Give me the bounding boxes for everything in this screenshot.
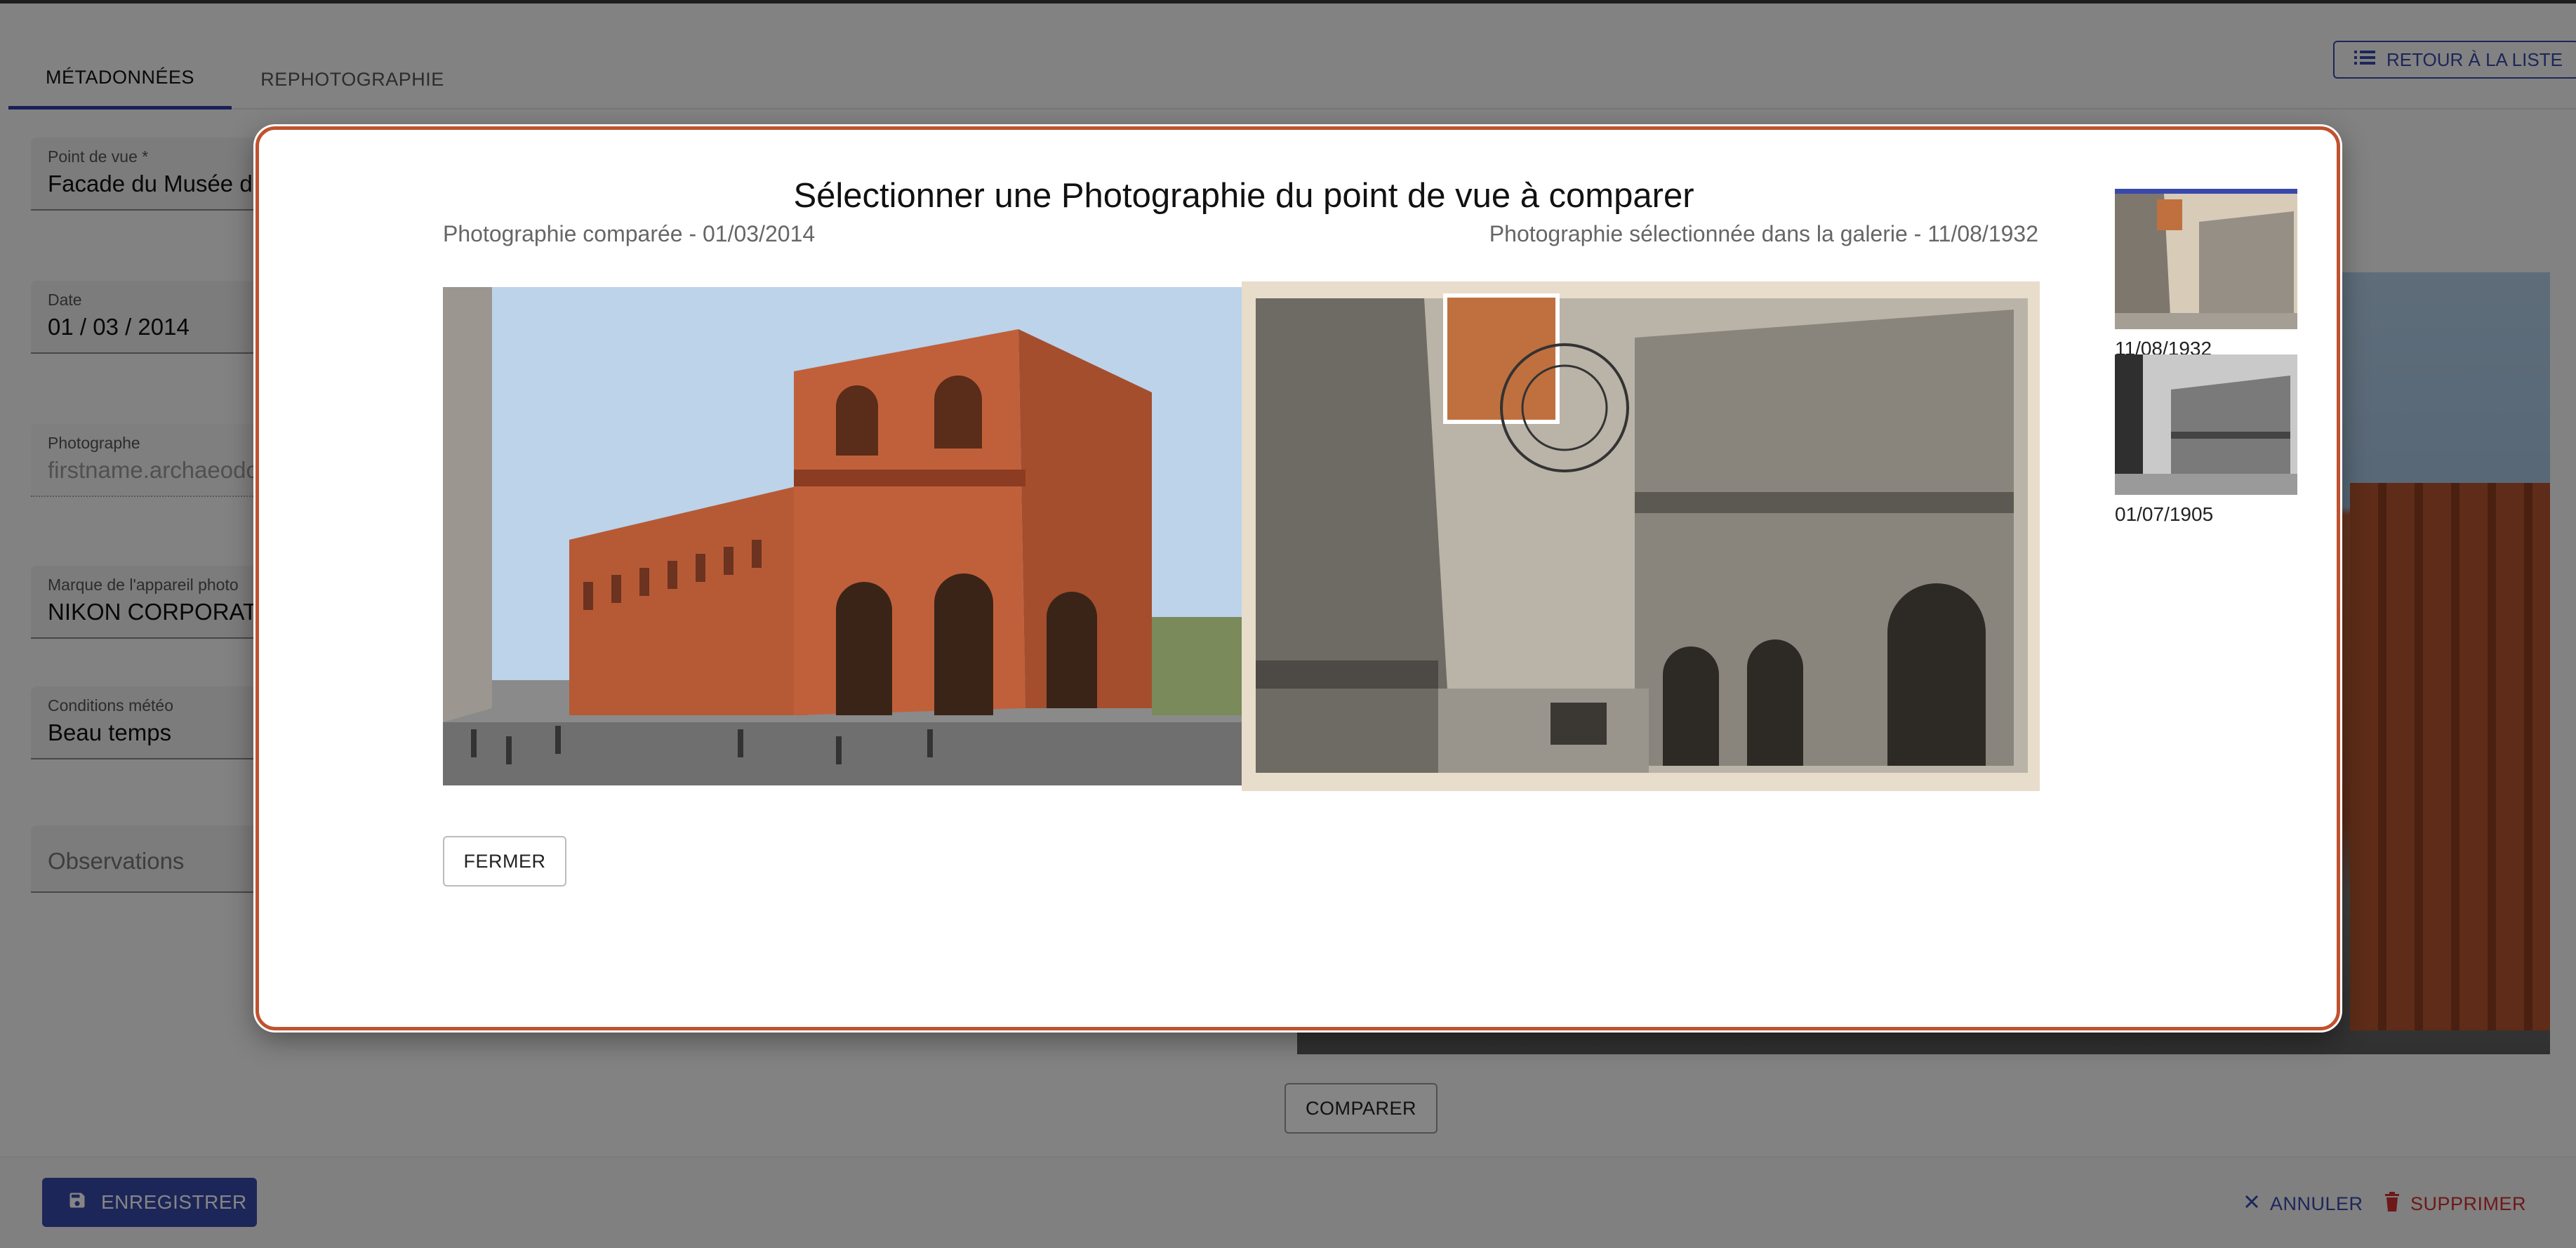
gallery-thumbnail-2[interactable]: 01/07/1905	[2115, 354, 2297, 526]
gallery-thumbnail-date: 01/07/1905	[2115, 503, 2214, 525]
dialog-title: Sélectionner une Photographie du point d…	[793, 177, 1694, 215]
gallery-thumbnail-1[interactable]: 11/08/1932	[2115, 189, 2297, 360]
gallery-thumbnail-image	[2115, 354, 2297, 495]
selected-gallery-photo	[1242, 281, 2040, 791]
compared-photo	[443, 287, 1242, 785]
close-button[interactable]: FERMER	[443, 836, 566, 887]
gallery-thumbnail-image	[2115, 189, 2297, 329]
compared-photo-caption: Photographie comparée - 01/03/2014	[443, 221, 816, 246]
selected-photo-caption: Photographie sélectionnée dans la galeri…	[1489, 221, 2038, 246]
compare-dialog: Sélectionner une Photographie du point d…	[255, 126, 2340, 1030]
